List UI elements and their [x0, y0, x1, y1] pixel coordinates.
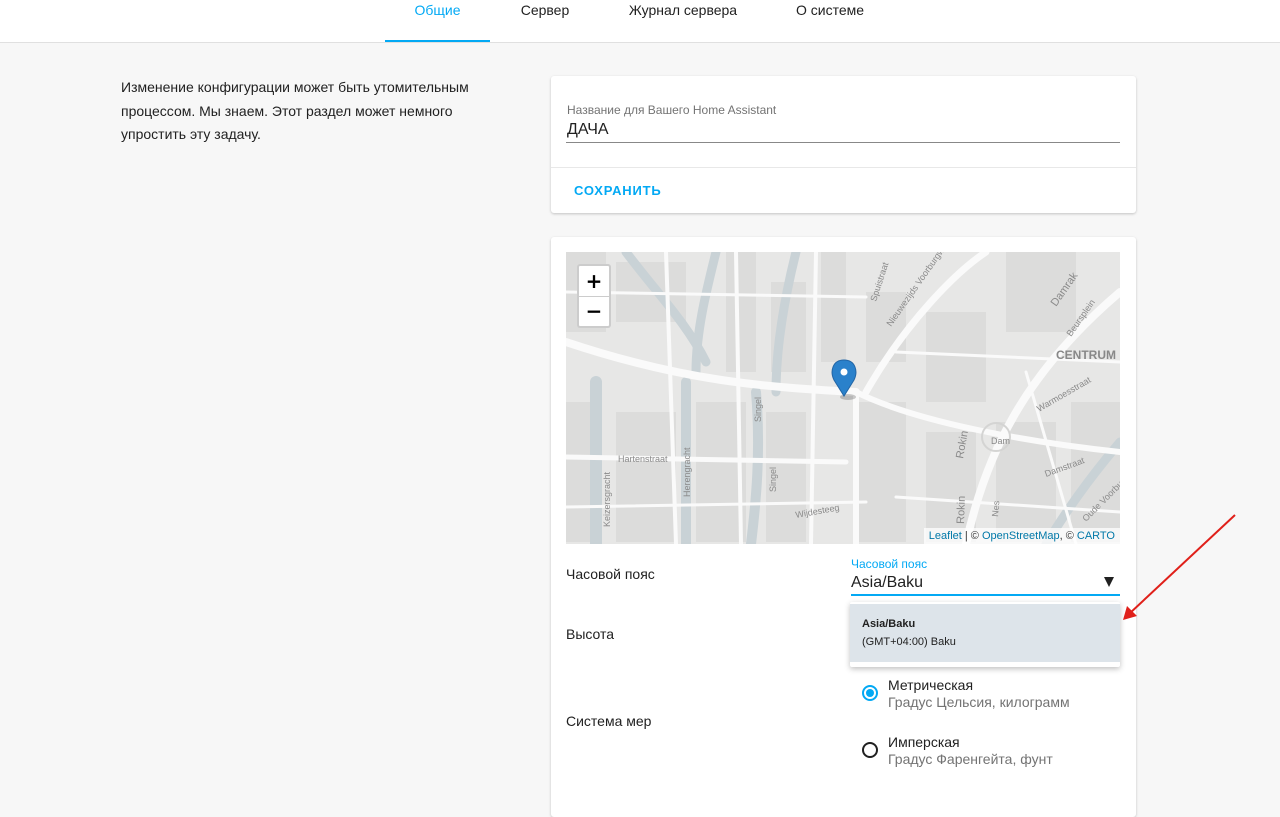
name-field-label: Название для Вашего Home Assistant — [567, 103, 777, 117]
active-tab-indicator — [385, 40, 490, 42]
tab-server[interactable]: Сервер — [505, 0, 585, 42]
map-zoom-control: + − — [577, 264, 611, 328]
metric-radio[interactable] — [862, 685, 878, 701]
metric-subtitle: Градус Цельсия, килограмм — [888, 694, 1070, 710]
leaflet-link[interactable]: Leaflet — [929, 530, 962, 542]
map-label: Singel — [753, 397, 763, 422]
dropdown-caret-icon — [1104, 577, 1114, 587]
osm-link[interactable]: OpenStreetMap — [982, 530, 1060, 542]
name-card: Название для Вашего Home Assistant СОХРА… — [551, 76, 1136, 213]
metric-title: Метрическая — [888, 677, 974, 693]
map-label: Herengracht — [682, 447, 692, 497]
map-label: Hartenstraat — [618, 454, 668, 464]
elevation-row-label: Высота — [566, 626, 615, 642]
zoom-in-button[interactable]: + — [579, 266, 609, 296]
location-map[interactable]: Spuistraat Nieuwezijds Voorburgwal Damra… — [566, 252, 1120, 544]
map-label: Singel — [768, 467, 778, 492]
imperial-subtitle: Градус Фаренгейта, фунт — [888, 751, 1053, 767]
attribution-separator: , © — [1059, 530, 1077, 542]
timezone-field-label: Часовой пояс — [851, 557, 928, 571]
unit-system-row-label: Система мер — [566, 713, 652, 729]
map-label: Nes — [990, 500, 1001, 517]
attribution-separator: | © — [961, 530, 982, 542]
map-tiles: Spuistraat Nieuwezijds Voorburgwal Damra… — [566, 252, 1120, 544]
carto-link[interactable]: CARTO — [1077, 530, 1115, 542]
tab-server-log[interactable]: Журнал сервера — [618, 0, 748, 42]
map-attribution: Leaflet | © OpenStreetMap, © CARTO — [923, 528, 1120, 544]
timezone-select[interactable]: Asia/Baku — [851, 572, 1120, 596]
timezone-row-label: Часовой пояс — [566, 566, 655, 582]
zoom-out-button[interactable]: − — [579, 296, 609, 326]
card-divider — [551, 167, 1136, 168]
intro-description: Изменение конфигурации может быть утомит… — [121, 79, 469, 142]
timezone-option[interactable]: Asia/Baku (GMT+04:00) Baku — [850, 604, 1120, 662]
timezone-value: Asia/Baku — [851, 574, 924, 591]
top-tab-bar: Общие Сервер Журнал сервера О системе — [0, 0, 1280, 43]
map-label: Rokin — [955, 496, 968, 525]
timezone-option-title: Asia/Baku — [862, 618, 916, 630]
imperial-title: Имперская — [888, 734, 960, 750]
annotation-arrow-icon — [1123, 514, 1236, 620]
name-input[interactable] — [566, 118, 1120, 143]
timezone-dropdown: Asia/Baku (GMT+04:00) Baku — [850, 602, 1120, 667]
imperial-radio[interactable] — [862, 742, 878, 758]
location-card: Spuistraat Nieuwezijds Voorburgwal Damra… — [551, 237, 1136, 817]
map-label: CENTRUM — [1056, 348, 1116, 362]
map-label: Keizersgracht — [602, 471, 612, 527]
timezone-option-offset: (GMT+04:00) Baku — [862, 636, 956, 648]
save-button[interactable]: СОХРАНИТЬ — [565, 177, 671, 205]
map-label: Dam — [991, 436, 1010, 446]
tab-general[interactable]: Общие — [385, 0, 490, 42]
tab-about[interactable]: О системе — [785, 0, 875, 42]
